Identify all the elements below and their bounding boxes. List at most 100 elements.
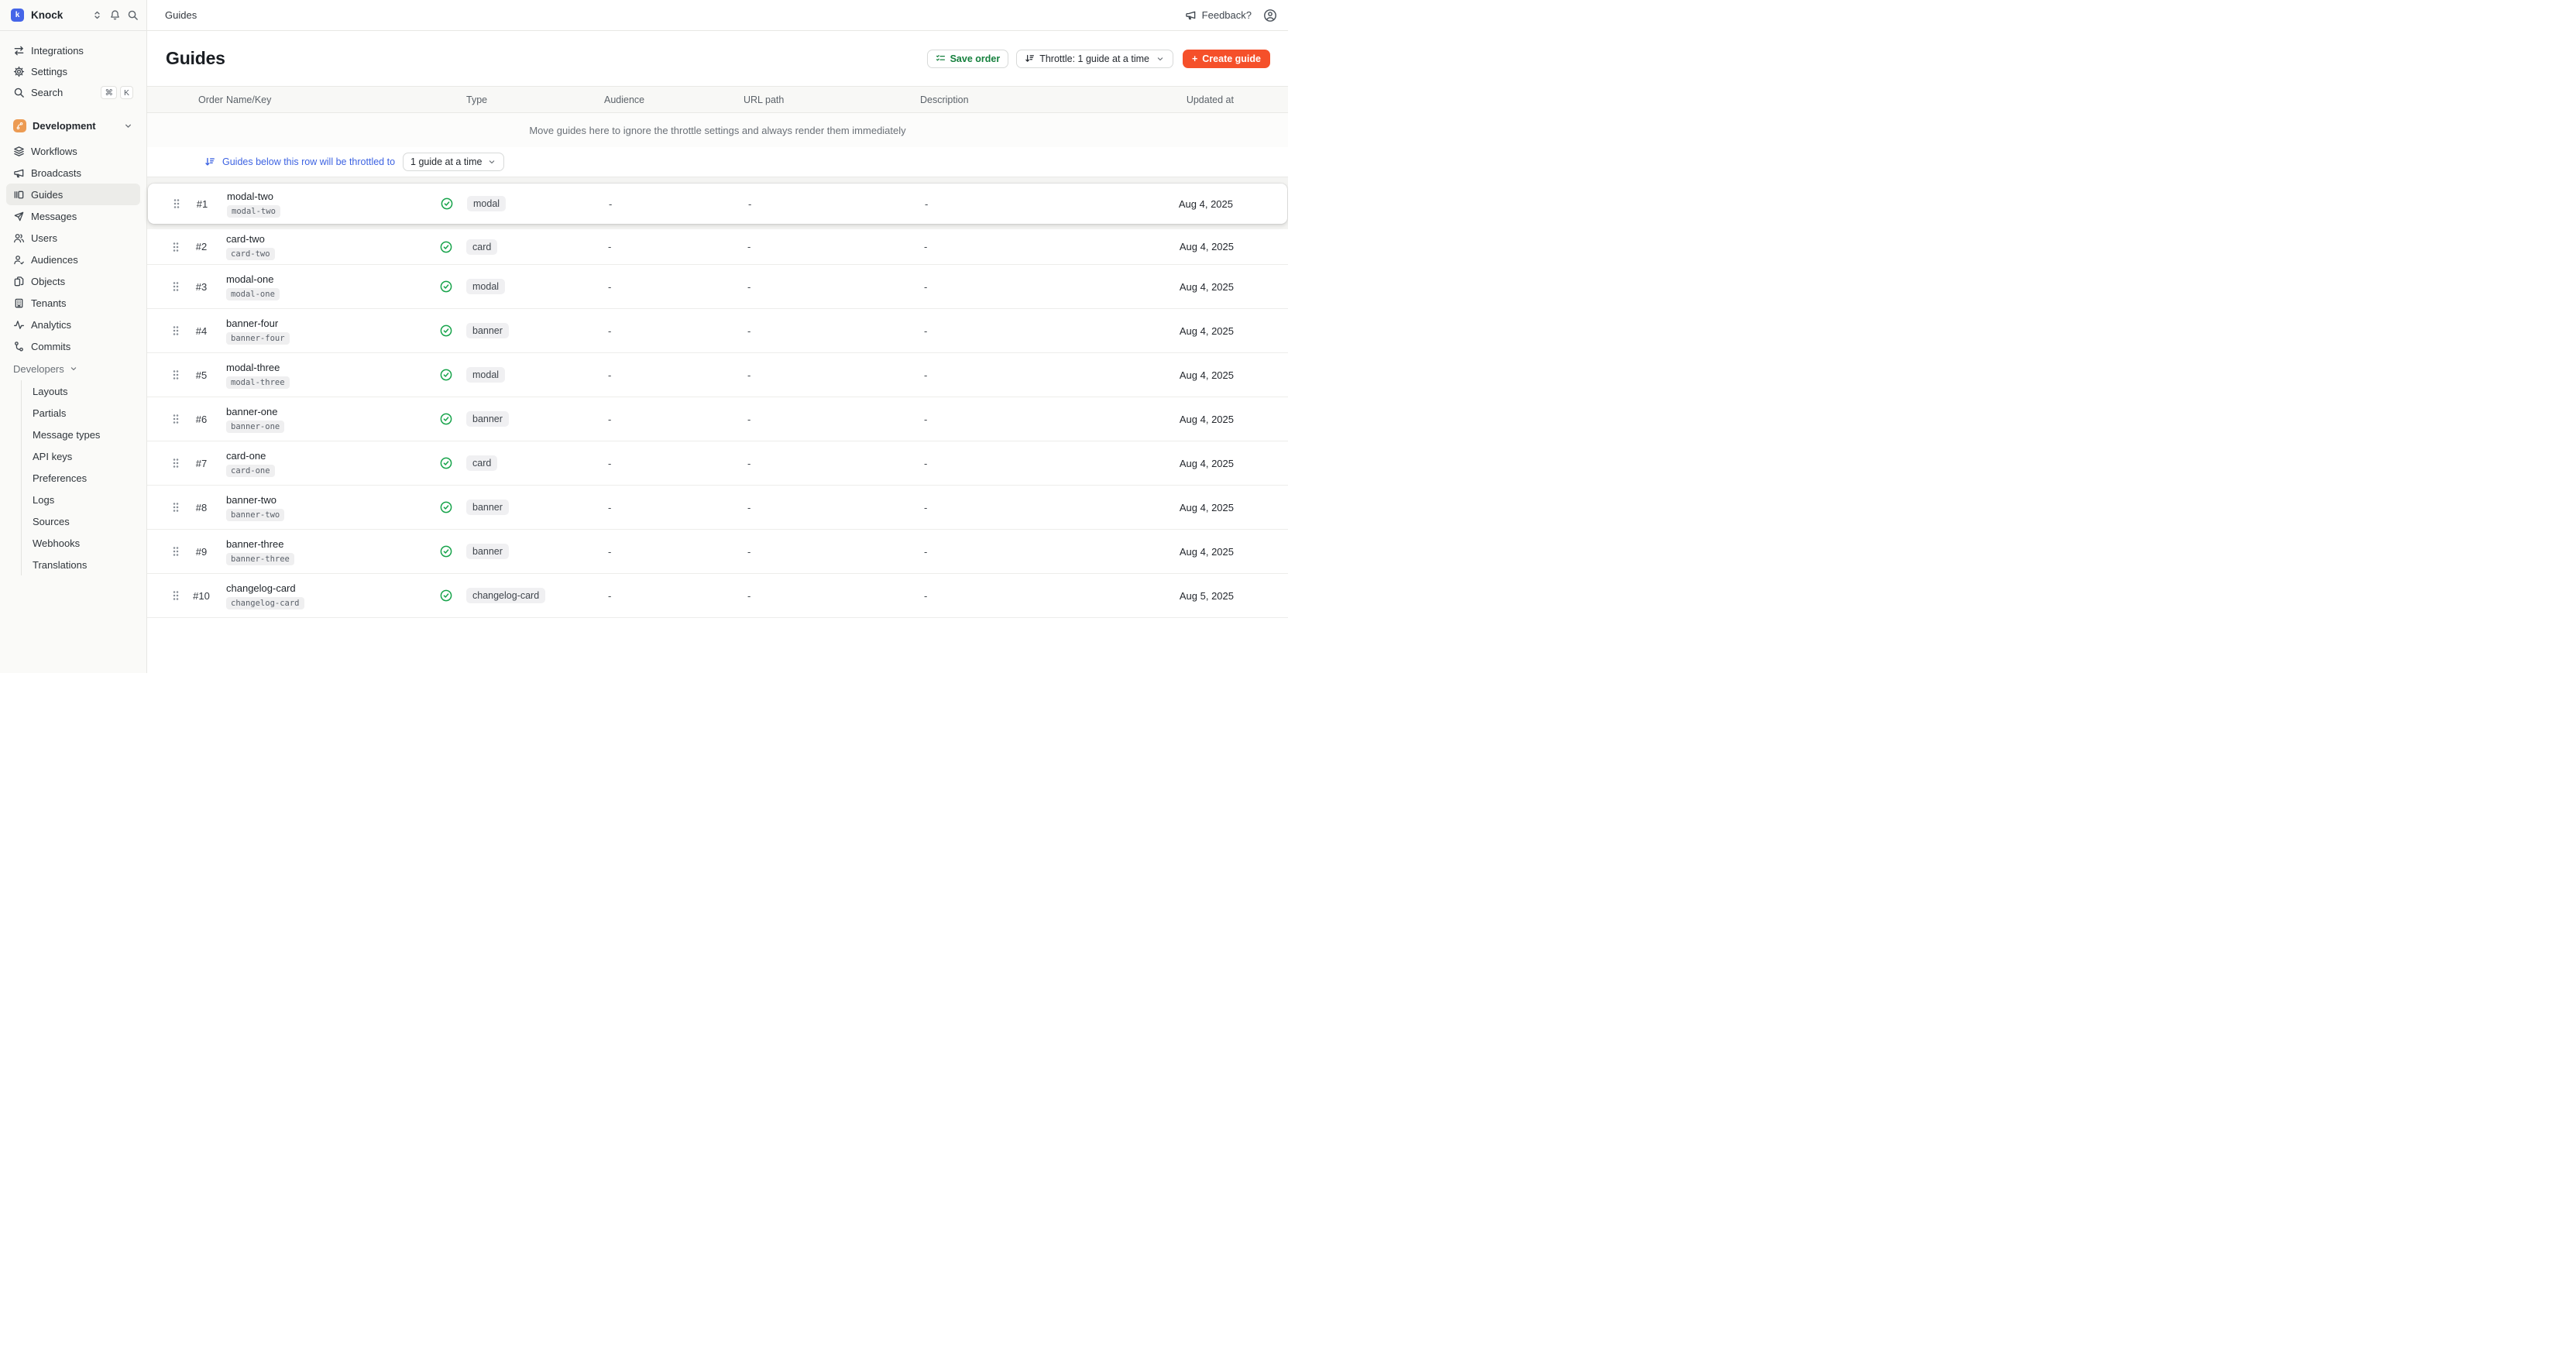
users-icon bbox=[13, 232, 25, 244]
sidebar-item-translations[interactable]: Translations bbox=[26, 554, 140, 575]
throttle-divider-label[interactable]: Guides below this row will be throttled … bbox=[222, 156, 395, 167]
guide-name[interactable]: modal-two bbox=[227, 191, 434, 202]
table-row[interactable]: #1 modal-two modal-two modal - - - Aug 4… bbox=[148, 184, 1287, 224]
sidebar-item-settings[interactable]: Settings bbox=[6, 61, 140, 82]
drag-handle-icon[interactable] bbox=[166, 546, 186, 557]
search-icon[interactable] bbox=[126, 9, 139, 22]
row-status bbox=[434, 457, 459, 469]
unthrottled-dropzone[interactable]: Move guides here to ignore the throttle … bbox=[147, 113, 1288, 147]
sidebar-item-messages[interactable]: Messages bbox=[6, 205, 140, 227]
row-audience: - bbox=[598, 281, 737, 293]
throttle-button-label: Throttle: 1 guide at a time bbox=[1039, 53, 1149, 64]
guide-name[interactable]: card-two bbox=[226, 233, 434, 245]
sidebar-item-analytics[interactable]: Analytics bbox=[6, 314, 140, 335]
search-shortcut: ⌘ K bbox=[101, 86, 133, 99]
row-type: banner bbox=[459, 544, 598, 559]
feedback-button[interactable]: Feedback? bbox=[1185, 9, 1252, 21]
table-row[interactable]: #8 banner-two banner-two banner - - - Au… bbox=[147, 486, 1288, 530]
col-order: Order bbox=[186, 94, 226, 105]
drag-handle-icon[interactable] bbox=[166, 414, 186, 424]
drag-handle-icon[interactable] bbox=[167, 198, 187, 209]
guide-name[interactable]: banner-three bbox=[226, 538, 434, 550]
guide-name[interactable]: modal-three bbox=[226, 362, 434, 373]
sidebar-item-objects[interactable]: Objects bbox=[6, 270, 140, 292]
sidebar-item-partials[interactable]: Partials bbox=[26, 402, 140, 424]
row-order: #7 bbox=[186, 458, 226, 469]
bell-icon[interactable] bbox=[108, 9, 121, 22]
create-guide-label: Create guide bbox=[1202, 53, 1261, 64]
sidebar-item-sources[interactable]: Sources bbox=[26, 510, 140, 532]
sidebar-item-api-keys[interactable]: API keys bbox=[26, 445, 140, 467]
sidebar-item-guides[interactable]: Guides bbox=[6, 184, 140, 205]
sidebar-item-webhooks[interactable]: Webhooks bbox=[26, 532, 140, 554]
check-circle-icon bbox=[441, 197, 453, 210]
guide-name[interactable]: banner-one bbox=[226, 406, 434, 417]
sidebar-item-workflows[interactable]: Workflows bbox=[6, 140, 140, 162]
row-type: modal bbox=[459, 367, 598, 383]
main-content: Guides Save order Throttle: 1 guide at a… bbox=[147, 31, 1288, 673]
guide-name[interactable]: banner-four bbox=[226, 318, 434, 329]
row-description: - bbox=[914, 458, 1177, 469]
sidebar-item-users[interactable]: Users bbox=[6, 227, 140, 249]
sidebar-item-broadcasts[interactable]: Broadcasts bbox=[6, 162, 140, 184]
sidebar-item-audiences[interactable]: Audiences bbox=[6, 249, 140, 270]
throttle-dropdown-button[interactable]: Throttle: 1 guide at a time bbox=[1016, 50, 1173, 68]
table-row[interactable]: #5 modal-three modal-three modal - - - A… bbox=[147, 353, 1288, 397]
topbar: Guides Feedback? bbox=[147, 0, 1288, 31]
sidebar-item-message-types[interactable]: Message types bbox=[26, 424, 140, 445]
sidebar-item-layouts[interactable]: Layouts bbox=[26, 380, 140, 402]
drag-handle-icon[interactable] bbox=[166, 325, 186, 336]
guide-name[interactable]: card-one bbox=[226, 450, 434, 462]
row-url-path: - bbox=[737, 281, 914, 293]
workspace-switcher[interactable]: k Knock bbox=[0, 0, 146, 31]
user-avatar-button[interactable] bbox=[1263, 9, 1277, 22]
chevrons-up-down-icon[interactable] bbox=[91, 9, 103, 22]
sidebar-item-search[interactable]: Search ⌘ K bbox=[6, 82, 140, 103]
row-name-key: banner-one banner-one bbox=[226, 406, 434, 433]
row-type: changelog-card bbox=[459, 588, 598, 603]
drag-handle-icon[interactable] bbox=[166, 369, 186, 380]
throttle-value-dropdown[interactable]: 1 guide at a time bbox=[403, 153, 504, 171]
table-row[interactable]: #9 banner-three banner-three banner - - … bbox=[147, 530, 1288, 574]
table-row[interactable]: #3 modal-one modal-one modal - - - Aug 4… bbox=[147, 265, 1288, 309]
type-badge: card bbox=[466, 239, 497, 255]
drag-handle-icon[interactable] bbox=[166, 458, 186, 469]
row-audience: - bbox=[598, 546, 737, 558]
row-status bbox=[434, 545, 459, 558]
developers-section-toggle[interactable]: Developers bbox=[6, 359, 140, 379]
sidebar-item-integrations[interactable]: Integrations bbox=[6, 40, 140, 61]
row-url-path: - bbox=[737, 458, 914, 469]
table-row[interactable]: #7 card-one card-one card - - - Aug 4, 2… bbox=[147, 441, 1288, 486]
guide-name[interactable]: changelog-card bbox=[226, 582, 434, 594]
guide-name[interactable]: modal-one bbox=[226, 273, 434, 285]
sidebar-item-label: Audiences bbox=[31, 254, 133, 266]
sidebar-item-tenants[interactable]: Tenants bbox=[6, 292, 140, 314]
sidebar-item-preferences[interactable]: Preferences bbox=[26, 467, 140, 489]
drag-handle-icon[interactable] bbox=[166, 502, 186, 513]
row-name-key: banner-three banner-three bbox=[226, 538, 434, 565]
col-type: Type bbox=[459, 94, 598, 105]
table-row[interactable]: #2 card-two card-two card - - - Aug 4, 2… bbox=[147, 229, 1288, 265]
sidebar-item-label: Message types bbox=[33, 429, 100, 441]
table-row[interactable]: #6 banner-one banner-one banner - - - Au… bbox=[147, 397, 1288, 441]
drag-handle-icon[interactable] bbox=[166, 281, 186, 292]
drag-handle-icon[interactable] bbox=[166, 590, 186, 601]
sidebar-item-label: Broadcasts bbox=[31, 167, 133, 179]
save-order-button[interactable]: Save order bbox=[927, 50, 1009, 68]
table-row[interactable]: #4 banner-four banner-four banner - - - … bbox=[147, 309, 1288, 353]
environment-switcher[interactable]: Development bbox=[6, 114, 140, 137]
drag-handle-icon[interactable] bbox=[166, 242, 186, 252]
create-guide-button[interactable]: + Create guide bbox=[1183, 50, 1270, 68]
table-row[interactable]: #10 changelog-card changelog-card change… bbox=[147, 574, 1288, 618]
layers-icon bbox=[13, 146, 25, 157]
sort-descending-icon bbox=[1025, 53, 1035, 64]
sidebar-item-label: Commits bbox=[31, 341, 133, 352]
guide-name[interactable]: banner-two bbox=[226, 494, 434, 506]
sidebar-item-label: Search bbox=[31, 87, 101, 98]
check-circle-icon bbox=[440, 369, 452, 381]
sidebar-item-logs[interactable]: Logs bbox=[26, 489, 140, 510]
type-badge: banner bbox=[466, 500, 509, 515]
sidebar-item-label: Layouts bbox=[33, 386, 68, 397]
sidebar-item-commits[interactable]: Commits bbox=[6, 335, 140, 357]
row-description: - bbox=[915, 198, 1178, 210]
